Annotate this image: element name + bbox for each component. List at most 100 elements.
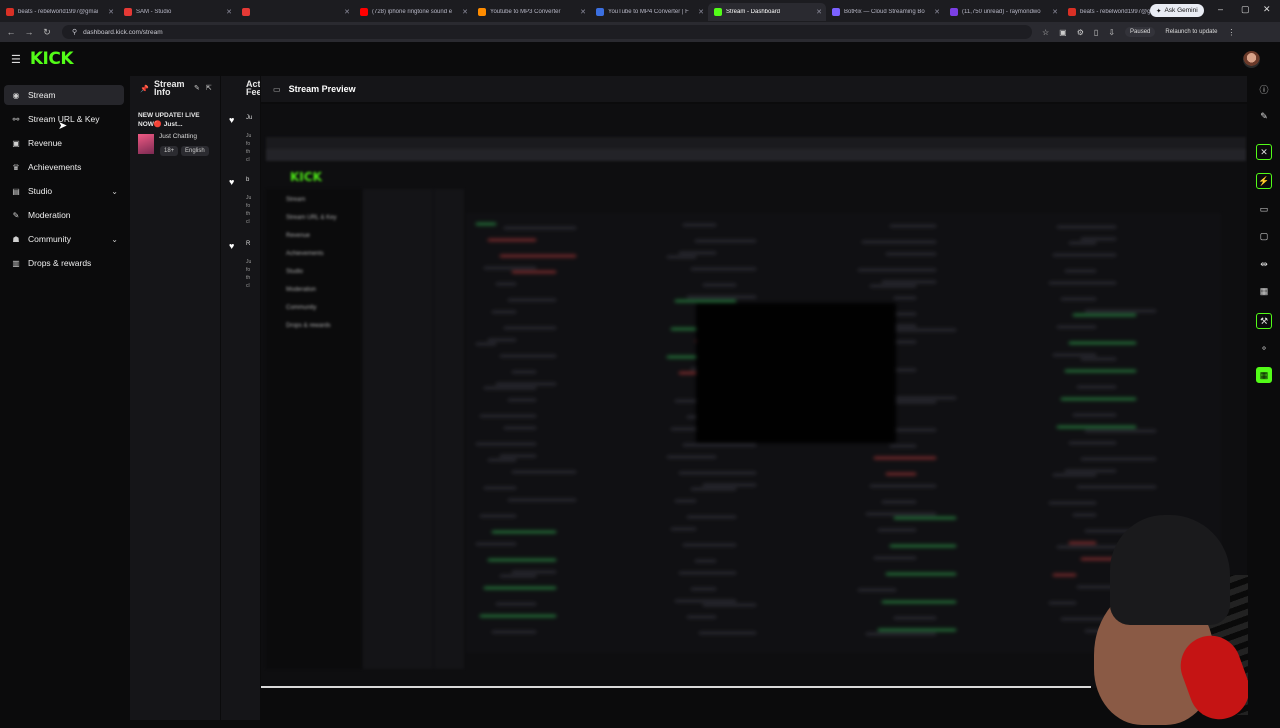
browser-tab[interactable]: beats - rebelworld1997@gmai ✕: [0, 3, 118, 21]
chat-settings-icon[interactable]: ✕: [1256, 144, 1272, 160]
blurred-text-line: [480, 615, 556, 617]
kick-logo[interactable]: KICK: [30, 49, 74, 69]
tab-close-icon[interactable]: ✕: [934, 8, 940, 16]
blurred-text-line: [886, 253, 936, 255]
blurred-text-line: [691, 488, 736, 490]
blurred-text-line: [878, 629, 956, 631]
sidebar-item-revenue[interactable]: ▣ Revenue: [4, 133, 124, 153]
add-widget-icon[interactable]: ▦: [1256, 367, 1272, 383]
reload-icon[interactable]: ↻: [40, 27, 54, 38]
minimize-icon[interactable]: –: [1218, 4, 1223, 14]
tab-close-icon[interactable]: ✕: [344, 8, 350, 16]
feed-event: ♥ Ju Ju fo th cl: [229, 110, 260, 163]
share-icon[interactable]: ⚬: [1256, 340, 1272, 356]
wrench-tool-icon[interactable]: ⚒: [1256, 313, 1272, 329]
user-avatar[interactable]: [1243, 51, 1260, 68]
link-icon: ⚯: [12, 114, 20, 124]
browser-tab[interactable]: Stream - Dashboard ✕: [708, 3, 826, 21]
blurred-text-line: [699, 632, 756, 634]
sidebar-item-stream[interactable]: ◉ Stream: [4, 85, 124, 105]
blurred-text-line: [476, 223, 496, 225]
feed-event-line: fo: [246, 141, 251, 147]
blurred-text-line: [1085, 310, 1156, 312]
tab-close-icon[interactable]: ✕: [462, 8, 468, 16]
blurred-text-line: [683, 224, 716, 226]
blurred-text-line: [504, 327, 556, 329]
feed-event-line: cl: [246, 219, 250, 225]
chat-icon[interactable]: ▢: [1256, 228, 1272, 244]
extension-icon[interactable]: ▣: [1059, 28, 1067, 37]
pencil-icon[interactable]: ✎: [1256, 108, 1272, 124]
blurred-text-line: [1049, 282, 1116, 284]
blurred-text-line: [683, 544, 736, 546]
browser-tab[interactable]: (11,750 unread) - raymondwo ✕: [944, 3, 1062, 21]
hamburger-menu-icon[interactable]: ☰: [11, 53, 21, 66]
tab-close-icon[interactable]: ✕: [226, 8, 232, 16]
blurred-text-line: [683, 444, 756, 446]
tab-favicon-icon: [596, 8, 604, 16]
stream-category: Just Chatting: [159, 133, 197, 140]
sidebar-item-community[interactable]: ☗ Community ⌄: [4, 229, 124, 249]
popout-icon[interactable]: ⇱: [206, 85, 218, 92]
webcam-overlay: [1080, 515, 1270, 728]
forward-icon[interactable]: →: [22, 27, 36, 37]
sidebar-item-label: Community: [28, 234, 71, 244]
download-icon[interactable]: ⇩: [1108, 28, 1115, 37]
blurred-text-line: [484, 487, 516, 489]
sidepanel-icon[interactable]: ▯: [1094, 28, 1098, 37]
maximize-icon[interactable]: ▢: [1241, 4, 1250, 15]
profile-paused-button[interactable]: Paused: [1125, 27, 1156, 37]
blurred-text-line: [894, 517, 956, 519]
blurred-text-line: [504, 427, 536, 429]
browser-tab[interactable]: YouTube to MP4 Converter | F ✕: [590, 3, 708, 21]
blurred-text-line: [894, 397, 956, 399]
blurred-text-line: [890, 225, 936, 227]
broadcast-icon: ◉: [12, 90, 20, 100]
back-icon[interactable]: ←: [4, 27, 18, 37]
bookmark-star-icon[interactable]: ☆: [1042, 28, 1049, 37]
browser-tab[interactable]: SAM - Studio ✕: [118, 3, 236, 21]
sidebar-item-studio[interactable]: ▤ Studio ⌄: [4, 181, 124, 201]
blurred-text-line: [508, 299, 556, 301]
tab-close-icon[interactable]: ✕: [580, 8, 586, 16]
site-info-icon[interactable]: ⚲: [72, 28, 77, 36]
blurred-text-line: [870, 285, 916, 287]
bolt-icon[interactable]: ⚡: [1256, 173, 1272, 189]
video-progress-bar[interactable]: [261, 686, 1091, 688]
browser-tab[interactable]: Youtube to MP3 Converter ✕: [472, 3, 590, 21]
browser-tab[interactable]: (728) iphone ringtone sound e ✕: [354, 3, 472, 21]
relaunch-button[interactable]: Relaunch to update: [1165, 29, 1217, 35]
extensions-puzzle-icon[interactable]: ⚙: [1077, 28, 1084, 37]
blurred-text-line: [1081, 358, 1116, 360]
sidebar-item-label: Stream: [28, 90, 56, 100]
pin-icon[interactable]: 📌: [140, 86, 149, 94]
split-icon[interactable]: ⇹: [1256, 256, 1272, 272]
tab-close-icon[interactable]: ✕: [698, 8, 704, 16]
card-icon[interactable]: ▭: [1256, 201, 1272, 217]
info-icon[interactable]: ⓘ: [1256, 81, 1272, 97]
tab-close-icon[interactable]: ✕: [816, 8, 822, 16]
close-window-icon[interactable]: ✕: [1263, 4, 1271, 15]
blurred-text-line: [1049, 602, 1076, 604]
sidebar-item-drops-rewards[interactable]: ▥ Drops & rewards: [4, 253, 124, 273]
blurred-text-line: [679, 572, 736, 574]
chevron-down-icon[interactable]: ⌄: [111, 235, 118, 244]
blurred-text-line: [512, 471, 576, 473]
browser-tab[interactable]: BotRix — Cloud Streaming Bo ✕: [826, 3, 944, 21]
blurred-text-line: [492, 531, 556, 533]
sidebar-item-achievements[interactable]: ♛ Achievements: [4, 157, 124, 177]
edit-icon[interactable]: ✎: [194, 85, 206, 92]
chevron-down-icon[interactable]: ⌄: [111, 187, 118, 196]
blurred-text-line: [512, 271, 556, 273]
tab-favicon-icon: [1068, 8, 1076, 16]
sidebar-item-moderation[interactable]: ✎ Moderation: [4, 205, 124, 225]
browser-tab[interactable]: ✕: [236, 3, 354, 21]
tab-close-icon[interactable]: ✕: [108, 8, 114, 16]
menu-icon[interactable]: ⋮: [1227, 28, 1235, 37]
url-field[interactable]: ⚲ dashboard.kick.com/stream: [62, 25, 1032, 39]
ask-gemini-button[interactable]: ✦ Ask Gemini: [1150, 4, 1204, 17]
feed-event-name: Ju: [246, 115, 253, 121]
blurred-text-line: [496, 283, 516, 285]
tab-close-icon[interactable]: ✕: [1052, 8, 1058, 16]
grid-icon[interactable]: ▦: [1256, 283, 1272, 299]
